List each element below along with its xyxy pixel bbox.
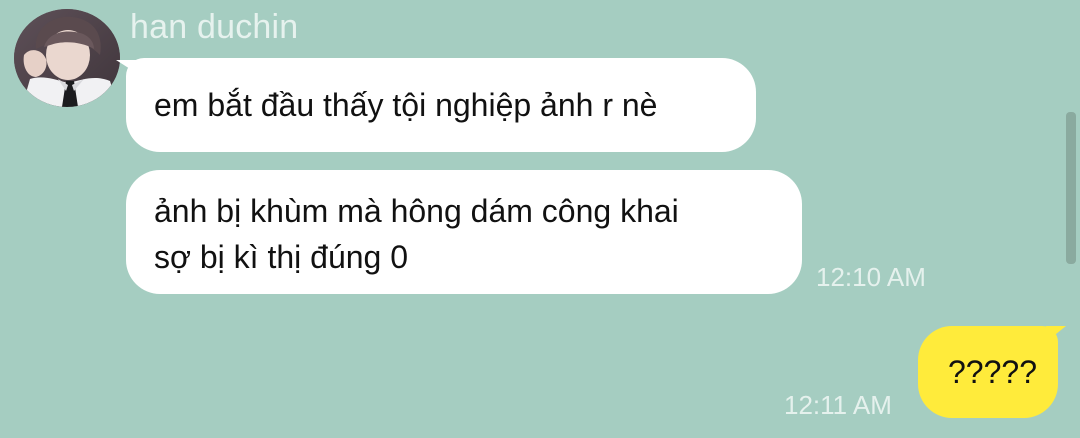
message-timestamp: 12:10 AM	[816, 262, 926, 292]
message-text: em bắt đầu thấy tội nghiệp ảnh r nè	[154, 87, 658, 123]
message-text-line: sợ bị kì thị đúng 0	[154, 239, 409, 275]
message-timestamp: 12:11 AM	[784, 390, 892, 420]
avatar-photo-icon	[14, 9, 120, 107]
incoming-message-bubble[interactable]: em bắt đầu thấy tội nghiệp ảnh r nè	[126, 58, 756, 152]
message-text: ?????	[948, 354, 1037, 390]
outgoing-message-bubble[interactable]: ?????	[918, 326, 1058, 418]
contact-name: han duchin	[130, 8, 299, 46]
chat-window: han duchin em bắt đầu thấy tội nghiệp ản…	[0, 0, 1080, 438]
contact-avatar[interactable]	[14, 9, 120, 107]
message-text-line: ảnh bị khùm mà hông dám công khai	[154, 193, 679, 229]
chat-scrollbar[interactable]	[1066, 112, 1076, 264]
incoming-message-bubble[interactable]: ảnh bị khùm mà hông dám công khai sợ bị …	[126, 170, 802, 294]
